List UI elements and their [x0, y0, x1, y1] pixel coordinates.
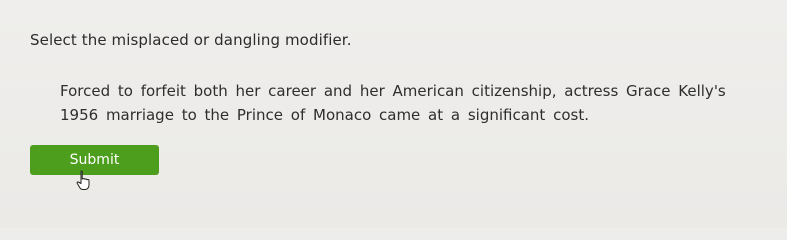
submit-button[interactable]: Submit — [30, 145, 159, 175]
hand-pointer-icon — [76, 170, 90, 190]
passage: Forced to forfeit both her career and he… — [60, 79, 760, 127]
passage-line-2[interactable]: 1956 marriage to the Prince of Monaco ca… — [60, 103, 760, 127]
quiz-page: Select the misplaced or dangling modifie… — [0, 0, 787, 228]
passage-line-1[interactable]: Forced to forfeit both her career and he… — [60, 79, 760, 103]
question-prompt: Select the misplaced or dangling modifie… — [30, 31, 352, 49]
